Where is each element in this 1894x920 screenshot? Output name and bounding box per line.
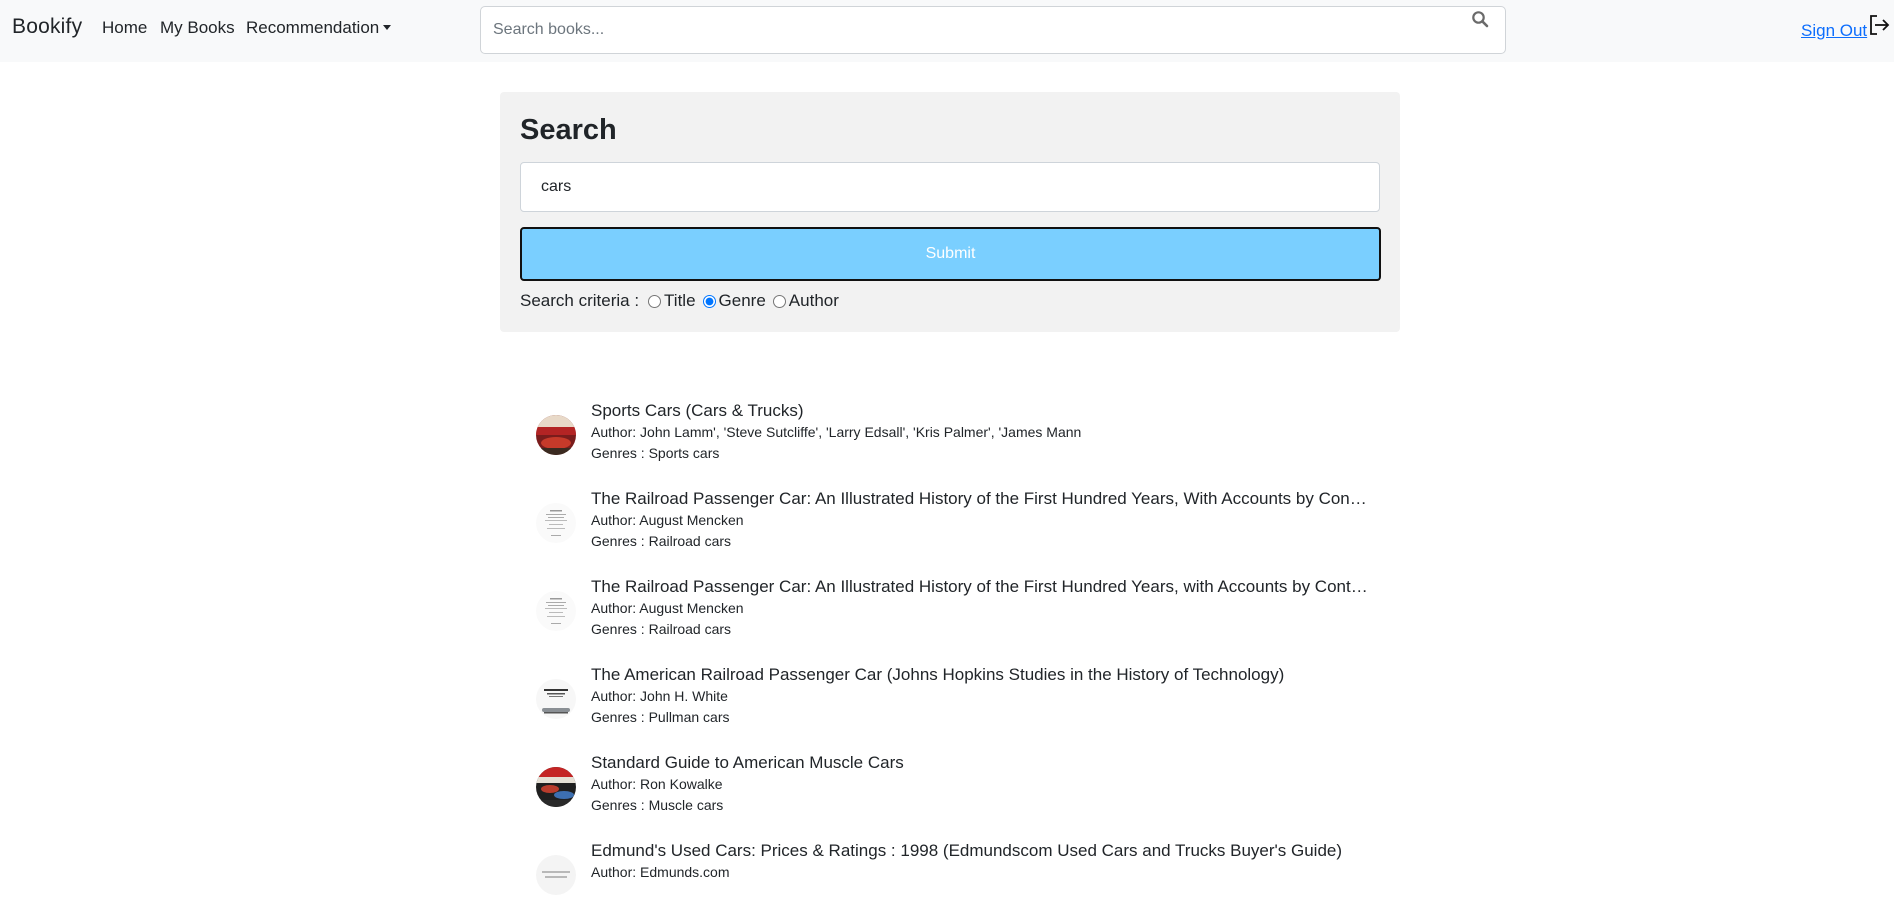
result-item[interactable]: Standard Guide to American Muscle Cars A… <box>536 752 1366 832</box>
result-title[interactable]: The American Railroad Passenger Car (Joh… <box>591 664 1371 686</box>
search-query-input[interactable] <box>520 162 1380 212</box>
result-title[interactable]: The Railroad Passenger Car: An Illustrat… <box>591 576 1371 598</box>
result-genres: Genres : Muscle cars <box>591 797 724 813</box>
result-genres: Genres : Railroad cars <box>591 621 732 637</box>
search-criteria-label: Search criteria : <box>520 291 640 310</box>
result-item[interactable]: The American Railroad Passenger Car (Joh… <box>536 664 1366 744</box>
criteria-author-radio[interactable] <box>772 294 786 308</box>
brand-logo[interactable]: Bookify <box>12 15 82 39</box>
result-title[interactable]: Sports Cars (Cars & Trucks) <box>591 400 1371 422</box>
book-cover-thumbnail[interactable] <box>536 679 576 719</box>
result-item[interactable]: Sports Cars (Cars & Trucks) Author: John… <box>536 400 1366 480</box>
search-card: Search Submit Search criteria : Title Ge… <box>500 92 1400 332</box>
criteria-title-radio[interactable] <box>648 294 662 308</box>
nav-recommendation-dropdown[interactable]: Recommendation <box>246 18 392 38</box>
search-icon[interactable] <box>1471 10 1489 28</box>
result-item[interactable]: The Railroad Passenger Car: An Illustrat… <box>536 488 1371 568</box>
criteria-title-label[interactable]: Title <box>664 291 696 311</box>
criteria-genre-radio[interactable] <box>702 294 716 308</box>
result-author: Author: August Mencken <box>591 600 744 616</box>
result-genres: Genres : Sports cars <box>591 445 720 461</box>
result-genres: Genres : Railroad cars <box>591 533 732 549</box>
nav-home[interactable]: Home <box>102 18 147 38</box>
result-title[interactable]: Edmund's Used Cars: Prices & Ratings : 1… <box>591 840 1371 862</box>
result-author: Author: Edmunds.com <box>591 864 730 880</box>
result-title[interactable]: Standard Guide to American Muscle Cars <box>591 752 1371 774</box>
result-author: Author: Ron Kowalke <box>591 776 723 792</box>
book-cover-thumbnail[interactable] <box>536 855 576 895</box>
result-author: Author: August Mencken <box>591 512 744 528</box>
caret-down-icon <box>383 25 392 30</box>
sign-out-link[interactable]: Sign Out <box>1801 21 1867 41</box>
result-author: Author: John H. White <box>591 688 728 704</box>
book-cover-thumbnail[interactable] <box>536 503 576 543</box>
result-item[interactable]: The Railroad Passenger Car: An Illustrat… <box>536 576 1371 656</box>
book-cover-thumbnail[interactable] <box>536 591 576 631</box>
navbar: Bookify Home My Books Recommendation Sig… <box>0 0 1894 62</box>
submit-button[interactable]: Submit <box>520 227 1381 281</box>
result-item[interactable]: Edmund's Used Cars: Prices & Ratings : 1… <box>536 840 1366 920</box>
book-cover-thumbnail[interactable] <box>536 415 576 455</box>
search-criteria: Search criteria : Title Genre Author <box>520 291 839 311</box>
nav-recommendation-label: Recommendation <box>246 18 380 37</box>
book-cover-thumbnail[interactable] <box>536 767 576 807</box>
criteria-author-label[interactable]: Author <box>789 291 839 311</box>
result-genres: Genres : Pullman cars <box>591 709 730 725</box>
criteria-genre-label[interactable]: Genre <box>719 291 766 311</box>
result-author: Author: John Lamm', 'Steve Sutcliffe', '… <box>591 424 1082 440</box>
search-card-title: Search <box>520 114 617 146</box>
nav-my-books[interactable]: My Books <box>160 18 235 38</box>
navbar-search-input[interactable] <box>480 6 1506 54</box>
result-title[interactable]: The Railroad Passenger Car: An Illustrat… <box>591 488 1371 510</box>
sign-out-icon[interactable] <box>1868 14 1890 36</box>
